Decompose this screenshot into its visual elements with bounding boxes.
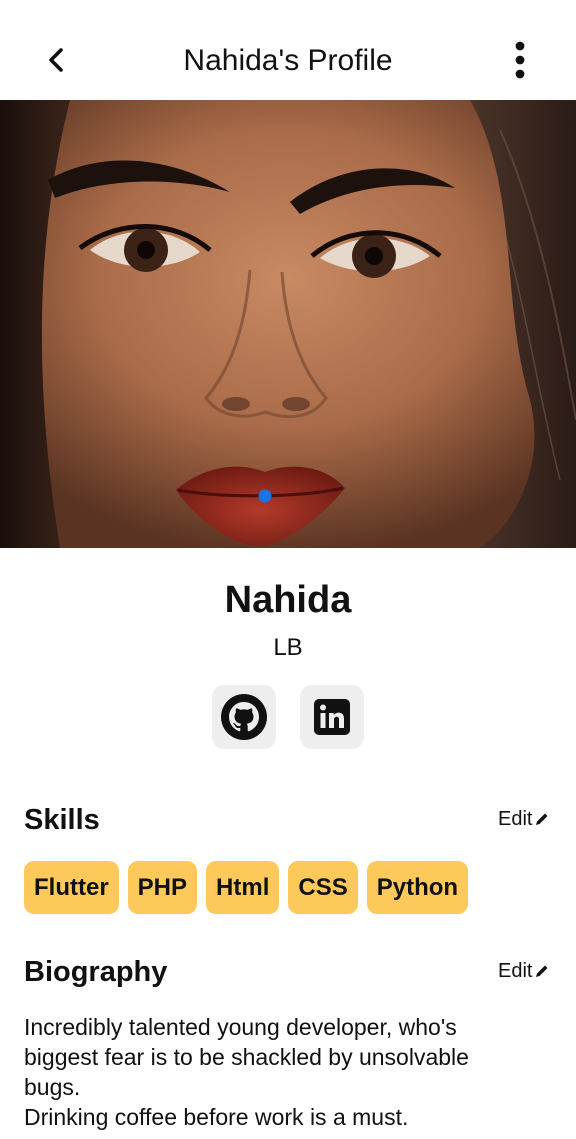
biography-text: Incredibly talented young developer, who…: [24, 1012, 554, 1132]
profile-location: LB: [273, 634, 303, 661]
skill-chip[interactable]: Python: [366, 861, 469, 914]
cover-photo: [0, 100, 576, 548]
skill-chip[interactable]: CSS: [288, 861, 358, 914]
github-icon: [221, 694, 267, 740]
biography-line: Incredibly talented young developer, who…: [24, 1014, 457, 1040]
skill-chip[interactable]: PHP: [127, 861, 198, 914]
biography-line: biggest fear is to be shackled by unsolv…: [24, 1044, 469, 1070]
skill-chip[interactable]: Html: [206, 861, 280, 914]
linkedin-button[interactable]: [300, 685, 364, 749]
pencil-icon: [536, 965, 548, 977]
github-button[interactable]: [212, 685, 276, 749]
profile-screen: Nahida's Profile Nahida LB Skills Edit F…: [0, 0, 576, 1139]
linkedin-icon: [314, 699, 350, 735]
more-options-button[interactable]: [500, 38, 540, 82]
edit-skills-button[interactable]: Edit: [498, 806, 550, 832]
edit-skills-label: Edit: [498, 808, 533, 830]
biography-line: bugs.: [24, 1074, 81, 1100]
biography-line: Drinking coffee before work is a must.: [24, 1104, 409, 1130]
more-vertical-icon: [515, 41, 525, 79]
skills-list: Flutter PHP Html CSS Python: [24, 861, 469, 914]
skills-heading: Skills: [24, 804, 100, 836]
edit-biography-label: Edit: [498, 960, 533, 982]
profile-name: Nahida: [224, 579, 352, 621]
biography-heading: Biography: [24, 956, 168, 988]
pencil-icon: [536, 813, 548, 825]
skill-chip[interactable]: Flutter: [24, 861, 119, 914]
edit-biography-button[interactable]: Edit: [498, 958, 550, 984]
app-bar: Nahida's Profile: [0, 0, 576, 100]
page-title: Nahida's Profile: [183, 44, 393, 77]
